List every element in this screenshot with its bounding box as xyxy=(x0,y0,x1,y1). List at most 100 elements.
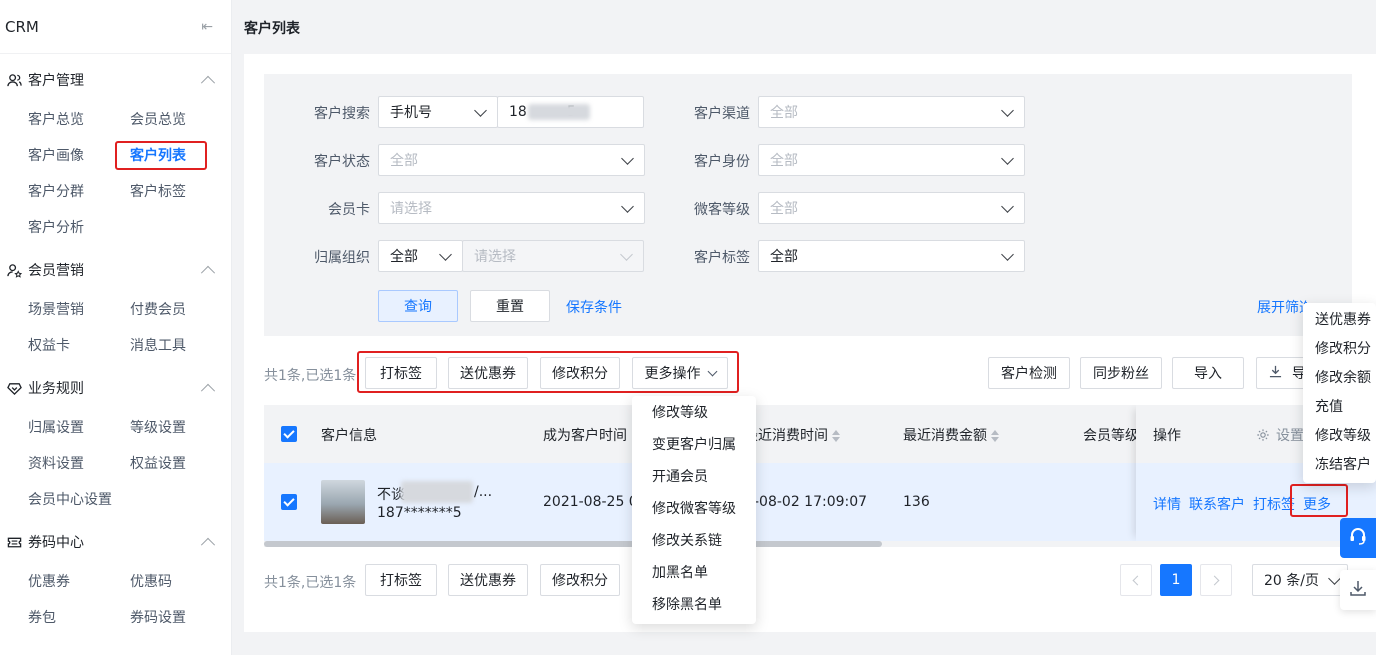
menu-group-marketing[interactable]: 会员营销 xyxy=(0,256,231,284)
sidebar-item-profile-settings[interactable]: 资料设置 xyxy=(28,446,130,482)
sync-fans-button[interactable]: 同步粉丝 xyxy=(1080,357,1162,389)
sidebar-item-coupons[interactable]: 优惠券 xyxy=(28,564,130,600)
highlight-box-bulk-actions xyxy=(357,351,739,393)
row-menu-recharge[interactable]: 充值 xyxy=(1315,393,1376,422)
menu-group-title: 会员营销 xyxy=(28,263,84,279)
import-button[interactable]: 导入 xyxy=(1172,357,1244,389)
sidebar-item-coupon-settings[interactable]: 券码设置 xyxy=(130,600,232,636)
menu-item-edit-wk-level[interactable]: 修改微客等级 xyxy=(652,493,756,525)
column-settings-button[interactable]: 设置 xyxy=(1256,425,1304,446)
menu-item-edit-relation[interactable]: 修改关系链 xyxy=(652,525,756,557)
sidebar-item-customer-overview[interactable]: 客户总览 xyxy=(28,102,130,138)
row-menu-edit-points[interactable]: 修改积分 xyxy=(1315,335,1376,364)
expand-filter-link[interactable]: 展开筛选 xyxy=(1257,297,1307,317)
page-1-button[interactable]: 1 xyxy=(1160,564,1192,596)
chevron-up-icon xyxy=(200,537,216,552)
menu-item-add-blacklist[interactable]: 加黑名单 xyxy=(652,557,756,589)
wk-level-select[interactable]: 全部 xyxy=(758,192,1025,224)
collapse-sidebar-icon[interactable]: ⇤ xyxy=(201,19,213,35)
row-tag-link[interactable]: 打标签 xyxy=(1253,494,1295,514)
menu-item-edit-level[interactable]: 修改等级 xyxy=(652,397,756,429)
sidebar-item-ownership-settings[interactable]: 归属设置 xyxy=(28,410,130,446)
chevron-down-icon xyxy=(1001,104,1014,117)
sidebar-item-paid-member[interactable]: 付费会员 xyxy=(130,292,232,328)
more-actions-menu: 修改等级 变更客户归属 开通会员 修改微客等级 修改关系链 加黑名单 移除黑名单 xyxy=(632,396,756,624)
customer-avatar xyxy=(321,480,365,524)
menu-group-title: 客户管理 xyxy=(28,73,84,89)
sidebar-item-benefit-settings[interactable]: 权益设置 xyxy=(130,446,232,482)
reset-button[interactable]: 重置 xyxy=(470,290,550,322)
prev-page-button[interactable] xyxy=(1120,564,1152,596)
sidebar-item-coupon-packs[interactable]: 券包 xyxy=(28,600,130,636)
chevron-down-icon xyxy=(621,200,634,213)
footer-send-coupon-button[interactable]: 送优惠券 xyxy=(448,564,528,596)
header-last-time[interactable]: 最近消费时间 xyxy=(744,425,840,445)
sidebar-item-member-overview[interactable]: 会员总览 xyxy=(130,102,232,138)
chevron-up-icon xyxy=(200,383,216,398)
customer-service-button[interactable] xyxy=(1340,518,1376,558)
sidebar-item-member-center-settings[interactable]: 会员中心设置 xyxy=(28,482,130,518)
chevron-down-icon xyxy=(1328,572,1341,585)
search-type-select[interactable]: 手机号 xyxy=(378,96,498,128)
sidebar-item-coupon-codes[interactable]: 优惠码 xyxy=(130,564,232,600)
row-menu-send-coupon[interactable]: 送优惠券 xyxy=(1315,306,1376,335)
menu-item-change-ownership[interactable]: 变更客户归属 xyxy=(652,429,756,461)
users-icon xyxy=(6,72,22,88)
chevron-down-icon xyxy=(439,248,452,261)
identity-select[interactable]: 全部 xyxy=(758,144,1025,176)
menu-item-open-membership[interactable]: 开通会员 xyxy=(652,461,756,493)
header-member-level: 会员等级 xyxy=(1083,428,1139,444)
customer-detect-button[interactable]: 客户检测 xyxy=(988,357,1070,389)
member-card-select[interactable]: 请选择 xyxy=(378,192,645,224)
query-button[interactable]: 查询 xyxy=(378,290,458,322)
row-menu-edit-level[interactable]: 修改等级 xyxy=(1315,422,1376,451)
selection-summary: 共1条,已选1条 xyxy=(264,368,357,384)
customer-name-tail: /... xyxy=(474,484,493,500)
highlight-box-customer-list xyxy=(115,141,207,170)
download-icon xyxy=(1269,365,1282,382)
menu-group-rules[interactable]: 业务规则 xyxy=(0,374,231,402)
header-customer-info: 客户信息 xyxy=(321,428,377,444)
org-sub-value: 请选择 xyxy=(474,249,516,265)
chevron-up-icon xyxy=(200,75,216,90)
sidebar-item-benefit-card[interactable]: 权益卡 xyxy=(28,328,130,364)
customer-table: 客户信息 成为客户时间 最近消费时间 最近消费金额 会员等级 不谈 /... 1… xyxy=(264,405,1376,545)
header-became-time[interactable]: 成为客户时间 xyxy=(543,425,627,445)
menu-group-customer[interactable]: 客户管理 xyxy=(0,66,231,94)
row-contact-link[interactable]: 联系客户 xyxy=(1189,494,1245,514)
page-size-select[interactable]: 20 条/页 xyxy=(1252,564,1348,596)
highlight-box-row-more xyxy=(1290,484,1348,517)
brand-bar: CRM ⇤ xyxy=(0,0,231,54)
save-conditions-link[interactable]: 保存条件 xyxy=(566,297,622,317)
header-ops: 操作 xyxy=(1153,428,1181,444)
menu-item-remove-blacklist[interactable]: 移除黑名单 xyxy=(652,589,756,621)
select-all-checkbox[interactable] xyxy=(281,426,297,442)
sidebar-item-scene-marketing[interactable]: 场景营销 xyxy=(28,292,130,328)
row-checkbox[interactable] xyxy=(281,494,297,510)
row-detail-link[interactable]: 详情 xyxy=(1153,494,1181,514)
channel-select[interactable]: 全部 xyxy=(758,96,1025,128)
org-select[interactable]: 全部 xyxy=(378,240,463,272)
chevron-right-icon xyxy=(1209,575,1220,585)
sidebar-item-customer-segments[interactable]: 客户分群 xyxy=(28,174,130,210)
header-last-amount[interactable]: 最近消费金额 xyxy=(903,425,999,445)
next-page-button[interactable] xyxy=(1200,564,1232,596)
horizontal-scrollbar[interactable] xyxy=(264,541,882,547)
row-menu-edit-balance[interactable]: 修改余额 xyxy=(1315,364,1376,393)
org-sub-select: 请选择 xyxy=(462,240,644,272)
tag-select[interactable]: 全部 xyxy=(758,240,1025,272)
channel-label: 客户渠道 xyxy=(694,106,750,122)
sidebar-item-customer-tags[interactable]: 客户标签 xyxy=(130,174,232,210)
menu-group-coupons[interactable]: 券码中心 xyxy=(0,528,231,556)
tag-value: 全部 xyxy=(770,249,798,265)
sidebar-item-level-settings[interactable]: 等级设置 xyxy=(130,410,232,446)
row-menu-freeze[interactable]: 冻结客户 xyxy=(1315,451,1376,480)
footer-tag-button[interactable]: 打标签 xyxy=(365,564,437,596)
sidebar-item-customer-analysis[interactable]: 客户分析 xyxy=(28,210,130,246)
ticket-icon xyxy=(6,534,22,550)
download-float-button[interactable] xyxy=(1340,570,1376,610)
page-title: 客户列表 xyxy=(244,21,300,37)
status-select[interactable]: 全部 xyxy=(378,144,645,176)
footer-edit-points-button[interactable]: 修改积分 xyxy=(540,564,620,596)
sidebar-item-message-tools[interactable]: 消息工具 xyxy=(130,328,232,364)
